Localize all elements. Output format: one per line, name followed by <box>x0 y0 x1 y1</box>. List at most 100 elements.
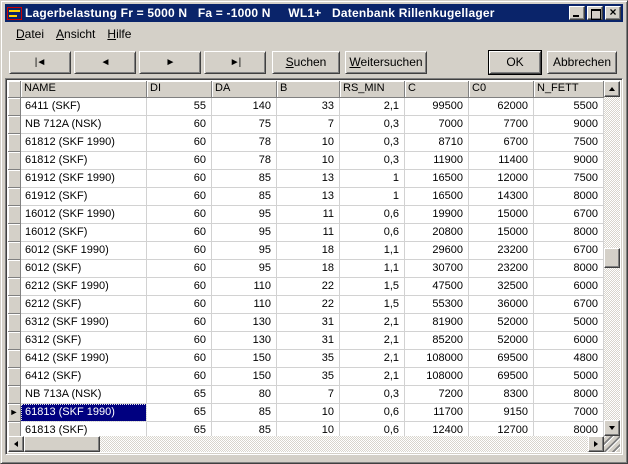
table-cell[interactable]: 6012 (SKF) <box>21 260 147 278</box>
table-row[interactable]: 6312 (SKF)60130312,185200520006000 <box>8 332 604 350</box>
table-row[interactable]: NB 713A (NSK)658070,3720083008000 <box>8 386 604 404</box>
table-cell[interactable]: 60 <box>147 242 212 260</box>
table-cell[interactable]: 69500 <box>469 350 534 368</box>
table-cell[interactable]: 35 <box>277 368 340 386</box>
table-cell[interactable]: 62000 <box>469 98 534 116</box>
table-cell[interactable]: 65 <box>147 422 212 436</box>
table-cell[interactable]: 29600 <box>405 242 469 260</box>
row-selector-cell[interactable] <box>8 242 21 260</box>
table-cell[interactable]: 55300 <box>405 296 469 314</box>
search-next-button[interactable]: Weitersuchen <box>345 51 427 74</box>
table-cell[interactable]: 95 <box>212 260 277 278</box>
table-row[interactable]: 6012 (SKF 1990)6095181,129600232006700 <box>8 242 604 260</box>
table-cell[interactable]: 8000 <box>534 386 604 404</box>
table-cell[interactable]: 47500 <box>405 278 469 296</box>
table-cell[interactable]: 60 <box>147 278 212 296</box>
table-cell[interactable]: 99500 <box>405 98 469 116</box>
table-cell[interactable]: 7 <box>277 116 340 134</box>
row-selector-cell[interactable] <box>8 260 21 278</box>
table-row[interactable]: 6312 (SKF 1990)60130312,181900520005000 <box>8 314 604 332</box>
row-selector-cell[interactable] <box>8 278 21 296</box>
table-cell[interactable]: 15000 <box>469 224 534 242</box>
table-row[interactable]: 61813 (SKF)6585100,612400127008000 <box>8 422 604 436</box>
table-cell[interactable]: 7500 <box>534 134 604 152</box>
horizontal-scrollbar[interactable] <box>8 436 604 452</box>
table-cell[interactable]: 150 <box>212 368 277 386</box>
table-cell[interactable]: 60 <box>147 152 212 170</box>
table-row[interactable]: ►61813 (SKF 1990)6585100,61170091507000 <box>8 404 604 422</box>
table-cell[interactable]: 2,1 <box>340 368 405 386</box>
table-cell[interactable]: 6000 <box>534 278 604 296</box>
table-row[interactable]: 61812 (SKF)6078100,311900114009000 <box>8 152 604 170</box>
table-cell[interactable]: 60 <box>147 314 212 332</box>
row-selector-cell[interactable] <box>8 170 21 188</box>
menu-item-ansicht[interactable]: Ansicht <box>50 25 101 43</box>
table-cell[interactable]: 0,3 <box>340 116 405 134</box>
vertical-scrollbar[interactable] <box>604 81 620 436</box>
table-cell[interactable]: 85 <box>212 422 277 436</box>
table-cell[interactable]: 19900 <box>405 206 469 224</box>
table-cell[interactable]: 81900 <box>405 314 469 332</box>
table-row[interactable]: 6212 (SKF 1990)60110221,547500325006000 <box>8 278 604 296</box>
table-cell[interactable]: 78 <box>212 134 277 152</box>
table-cell[interactable]: 1,5 <box>340 278 405 296</box>
table-cell[interactable]: 60 <box>147 188 212 206</box>
table-cell[interactable]: 52000 <box>469 332 534 350</box>
table-cell[interactable]: 10 <box>277 404 340 422</box>
table-cell[interactable]: 1 <box>340 170 405 188</box>
table-cell[interactable]: 6700 <box>534 296 604 314</box>
table-row[interactable]: 6212 (SKF)60110221,555300360006700 <box>8 296 604 314</box>
table-cell[interactable]: 10 <box>277 152 340 170</box>
table-cell[interactable]: 18 <box>277 242 340 260</box>
table-cell[interactable]: 110 <box>212 278 277 296</box>
row-selector-cell[interactable] <box>8 386 21 404</box>
row-selector-cell[interactable] <box>8 134 21 152</box>
table-cell[interactable]: 60 <box>147 260 212 278</box>
row-selector-cell[interactable] <box>8 314 21 332</box>
table-cell[interactable]: 6700 <box>469 134 534 152</box>
table-cell[interactable]: 7500 <box>534 170 604 188</box>
table-cell[interactable]: 130 <box>212 332 277 350</box>
table-cell[interactable]: 150 <box>212 350 277 368</box>
cancel-button[interactable]: Abbrechen <box>547 51 617 74</box>
table-cell[interactable]: 2,1 <box>340 98 405 116</box>
table-cell[interactable]: 13 <box>277 170 340 188</box>
table-cell[interactable]: 5500 <box>534 98 604 116</box>
table-cell[interactable]: 12400 <box>405 422 469 436</box>
table-cell[interactable]: 9000 <box>534 116 604 134</box>
table-cell[interactable]: 52000 <box>469 314 534 332</box>
table-cell[interactable]: 16012 (SKF 1990) <box>21 206 147 224</box>
table-cell[interactable]: 61812 (SKF 1990) <box>21 134 147 152</box>
table-cell[interactable]: 0,3 <box>340 152 405 170</box>
table-cell[interactable]: NB 713A (NSK) <box>21 386 147 404</box>
table-cell[interactable]: 6700 <box>534 206 604 224</box>
table-cell[interactable]: 61812 (SKF) <box>21 152 147 170</box>
table-cell[interactable]: 60 <box>147 170 212 188</box>
table-row[interactable]: 61912 (SKF 1990)608513116500120007500 <box>8 170 604 188</box>
table-cell[interactable]: 61813 (SKF) <box>21 422 147 436</box>
table-cell[interactable]: 9150 <box>469 404 534 422</box>
table-cell[interactable]: 6312 (SKF 1990) <box>21 314 147 332</box>
search-button[interactable]: Suchen <box>272 51 340 74</box>
table-cell[interactable]: 16500 <box>405 170 469 188</box>
table-cell[interactable]: 8300 <box>469 386 534 404</box>
table-cell[interactable]: 61813 (SKF 1990) <box>21 404 147 422</box>
scroll-up-button[interactable] <box>604 81 620 97</box>
table-cell[interactable]: 6412 (SKF) <box>21 368 147 386</box>
table-cell[interactable]: NB 712A (NSK) <box>21 116 147 134</box>
scroll-left-button[interactable] <box>8 436 24 452</box>
table-cell[interactable]: 85 <box>212 170 277 188</box>
table-cell[interactable]: 2,1 <box>340 332 405 350</box>
table-row[interactable]: 61812 (SKF 1990)6078100,3871067007500 <box>8 134 604 152</box>
row-selector-cell[interactable] <box>8 116 21 134</box>
table-cell[interactable]: 32500 <box>469 278 534 296</box>
close-button[interactable]: × <box>605 6 621 20</box>
table-row[interactable]: 16012 (SKF)6095110,620800150008000 <box>8 224 604 242</box>
menu-item-hilfe[interactable]: Hilfe <box>101 25 137 43</box>
table-cell[interactable]: 1 <box>340 188 405 206</box>
resize-grip[interactable] <box>604 436 620 452</box>
table-cell[interactable]: 61912 (SKF 1990) <box>21 170 147 188</box>
table-cell[interactable]: 110 <box>212 296 277 314</box>
table-cell[interactable]: 31 <box>277 314 340 332</box>
table-cell[interactable]: 6212 (SKF 1990) <box>21 278 147 296</box>
